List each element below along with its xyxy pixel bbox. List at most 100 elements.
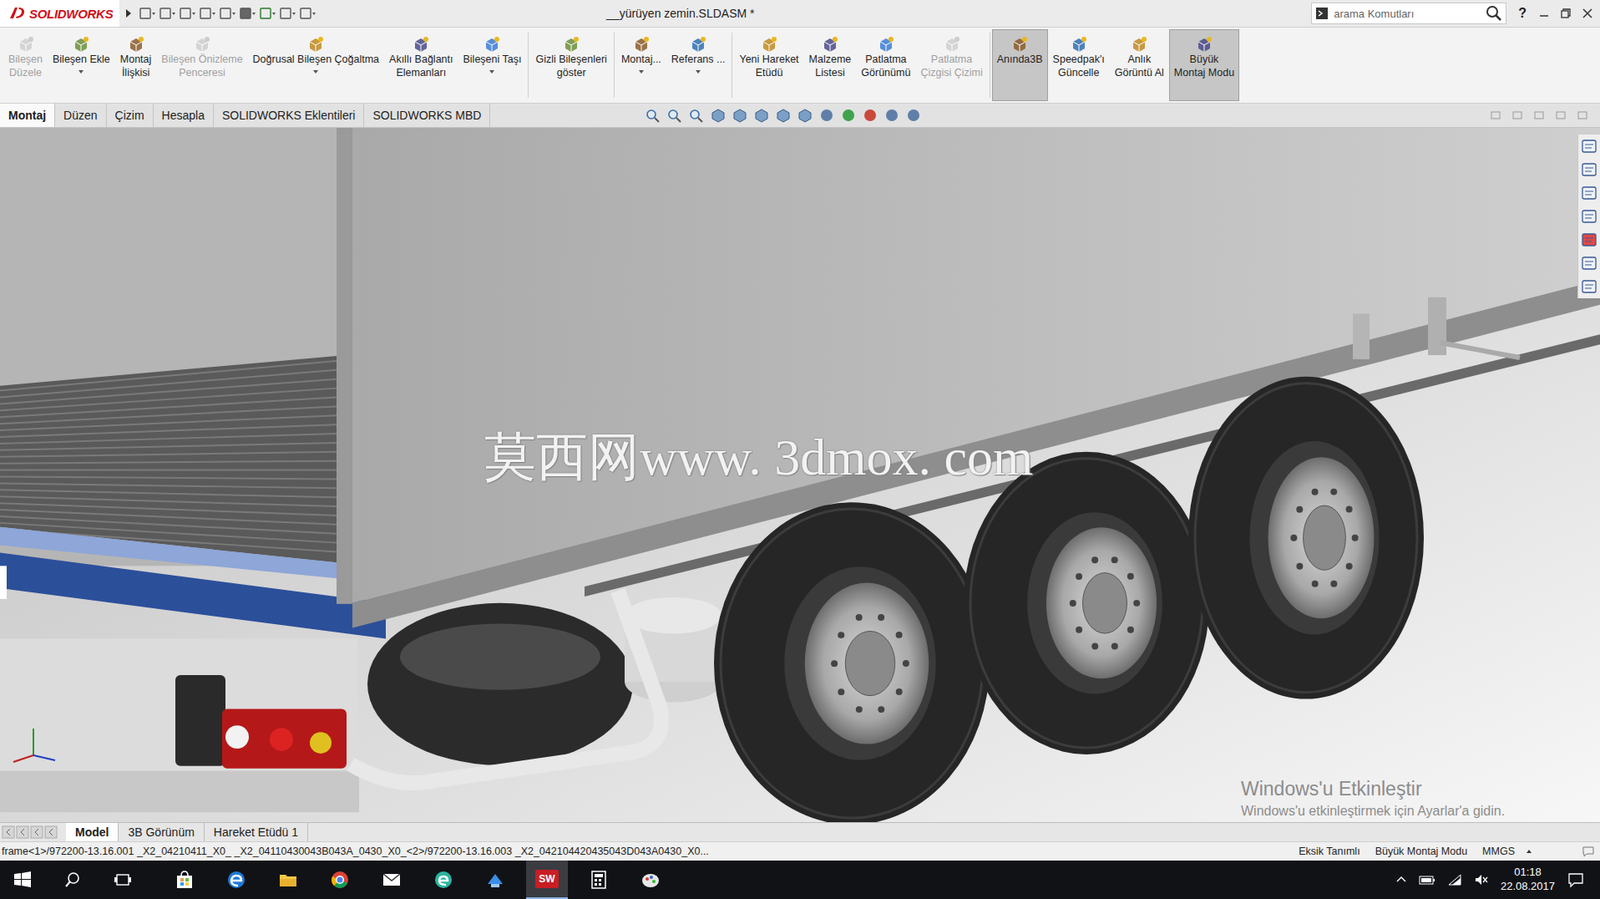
tab-scroll-icon[interactable]: [15, 825, 30, 839]
view-tool-icon[interactable]: [795, 106, 815, 124]
command-tab[interactable]: Çizim: [106, 103, 154, 127]
view-tool-icon[interactable]: [643, 106, 663, 124]
dropdown-arrow[interactable]: [78, 70, 84, 74]
task-pane-icon[interactable]: [1579, 136, 1599, 156]
taskbar-app[interactable]: [318, 860, 361, 899]
viewport-control-icon[interactable]: [1533, 109, 1545, 122]
battery-icon[interactable]: [1418, 873, 1436, 886]
wheel[interactable]: [713, 501, 990, 822]
solidworks-logo[interactable]: SOLIDWORKS: [0, 0, 120, 27]
ribbon-button[interactable]: AnlıkGörüntü Al: [1109, 29, 1170, 102]
ribbon-button[interactable]: Bileşen ÖnizlemePenceresi: [156, 29, 248, 102]
tab-scroll-icon[interactable]: [1, 825, 16, 839]
dropdown-arrow[interactable]: [489, 70, 495, 74]
clock[interactable]: 01:1822.08.2017: [1500, 865, 1555, 894]
view-tool-icon[interactable]: [904, 106, 923, 124]
quick-access-icon[interactable]: [278, 5, 297, 21]
ribbon-button[interactable]: PatlatmaGörünümü: [855, 29, 916, 102]
viewport-control-icon[interactable]: [1511, 109, 1524, 122]
view-tool-icon[interactable]: [708, 106, 728, 124]
view-tool-icon[interactable]: [665, 106, 684, 124]
taskbar-app[interactable]: [629, 860, 672, 899]
taskbar-app[interactable]: [474, 860, 517, 899]
view-tool-icon[interactable]: [817, 106, 836, 124]
task-pane-icon[interactable]: [1579, 160, 1599, 179]
taskbar-app[interactable]: [163, 860, 206, 899]
task-pane-icon[interactable]: [1579, 207, 1599, 226]
start-windows-icon[interactable]: [13, 870, 32, 889]
wheel[interactable]: [963, 451, 1210, 755]
close-icon[interactable]: [1581, 7, 1594, 20]
view-tool-icon[interactable]: [687, 106, 706, 124]
dropdown-arrow[interactable]: [638, 70, 644, 74]
tab-scroll-icon[interactable]: [44, 825, 58, 839]
taskbar-app[interactable]: [267, 860, 309, 899]
ribbon-button[interactable]: Montaj...: [616, 29, 667, 102]
ribbon-button[interactable]: Akıllı BağlantıElemanları: [384, 29, 458, 102]
wifi-icon[interactable]: [1447, 872, 1463, 887]
viewport-control-icon[interactable]: [1576, 109, 1589, 122]
ribbon-button[interactable]: Anında3B: [992, 29, 1049, 102]
comment-icon[interactable]: [1581, 845, 1595, 857]
quick-access-icon[interactable]: [177, 5, 197, 21]
viewport-control-icon[interactable]: [1554, 109, 1567, 122]
command-tab[interactable]: SOLIDWORKS MBD: [364, 103, 491, 127]
task-pane-icon[interactable]: [1579, 183, 1599, 203]
ribbon-button[interactable]: Doğrusal Bileşen Çoğaltma: [248, 29, 385, 102]
quick-access-icon[interactable]: [137, 5, 157, 21]
ribbon-button[interactable]: Montajİlişkisi: [115, 29, 157, 102]
minimize-icon[interactable]: [1538, 7, 1550, 20]
ribbon-button[interactable]: Bileşen Ekle: [47, 29, 116, 102]
search-commands[interactable]: arama Komutları: [1311, 2, 1507, 25]
quick-access-icon[interactable]: [197, 5, 217, 21]
command-tab[interactable]: Düzen: [55, 103, 107, 127]
wheel[interactable]: [1188, 376, 1424, 699]
show-hidden-icons-icon[interactable]: [1395, 873, 1408, 886]
taskbar-app[interactable]: [215, 860, 258, 899]
ribbon-button[interactable]: BüyükMontaj Modu: [1169, 29, 1240, 102]
view-tool-icon[interactable]: [752, 106, 771, 124]
search-icon[interactable]: [63, 870, 82, 889]
dropdown-arrow[interactable]: [313, 70, 319, 74]
restore-icon[interactable]: [1559, 7, 1572, 20]
volume-muted-icon[interactable]: [1473, 872, 1489, 887]
view-tool-icon[interactable]: [882, 106, 902, 124]
quick-access-icon[interactable]: [217, 5, 237, 21]
task-view-icon[interactable]: [113, 870, 132, 889]
taskbar-app[interactable]: [422, 860, 465, 899]
taskbar-app[interactable]: [370, 860, 413, 899]
view-tool-icon[interactable]: [860, 106, 880, 124]
task-pane-icon[interactable]: [1579, 253, 1599, 273]
ribbon-button[interactable]: PatlatmaÇizgisi Çizimi: [915, 29, 988, 102]
taskbar-app[interactable]: [577, 860, 620, 899]
units-dropdown[interactable]: [1526, 849, 1532, 853]
command-tab[interactable]: SOLIDWORKS Eklentileri: [213, 103, 365, 127]
menu-arrow-icon[interactable]: [124, 8, 133, 19]
ribbon-button[interactable]: BileşenDüzele: [3, 29, 48, 102]
panel-handle[interactable]: [0, 565, 7, 599]
ribbon-button[interactable]: Yeni HareketEtüdü: [734, 29, 804, 102]
graphics-area[interactable]: 莫西网www. 3dmox. comWindows'u EtkinleştirW…: [0, 127, 1600, 822]
model-tab[interactable]: Model: [65, 822, 119, 841]
quick-access-icon[interactable]: [157, 5, 177, 21]
viewport-control-icon[interactable]: [1489, 109, 1502, 122]
command-tab[interactable]: Hesapla: [153, 103, 214, 127]
command-tab[interactable]: Montaj: [0, 103, 56, 127]
ribbon-button[interactable]: MalzemeListesi: [804, 29, 857, 102]
ribbon-button[interactable]: Gizli Bileşenlerigöster: [530, 29, 612, 102]
dropdown-arrow[interactable]: [695, 70, 701, 74]
task-pane-icon[interactable]: [1579, 277, 1599, 296]
view-tool-icon[interactable]: [730, 106, 750, 124]
task-pane-icon[interactable]: [1579, 230, 1599, 249]
quick-access-icon[interactable]: [258, 5, 277, 21]
model-tab[interactable]: 3B Görünüm: [118, 822, 204, 841]
quick-access-icon[interactable]: [237, 5, 257, 21]
help-button[interactable]: ?: [1511, 5, 1534, 21]
status-item[interactable]: Büyük Montaj Modu: [1372, 845, 1471, 857]
search-icon[interactable]: [1485, 5, 1503, 22]
ribbon-button[interactable]: Referans ...: [666, 29, 731, 102]
view-tool-icon[interactable]: [774, 106, 793, 124]
view-tool-icon[interactable]: [839, 106, 858, 124]
notification-icon[interactable]: [1566, 870, 1585, 888]
ribbon-button[interactable]: Bileşeni Taşı: [458, 29, 527, 102]
